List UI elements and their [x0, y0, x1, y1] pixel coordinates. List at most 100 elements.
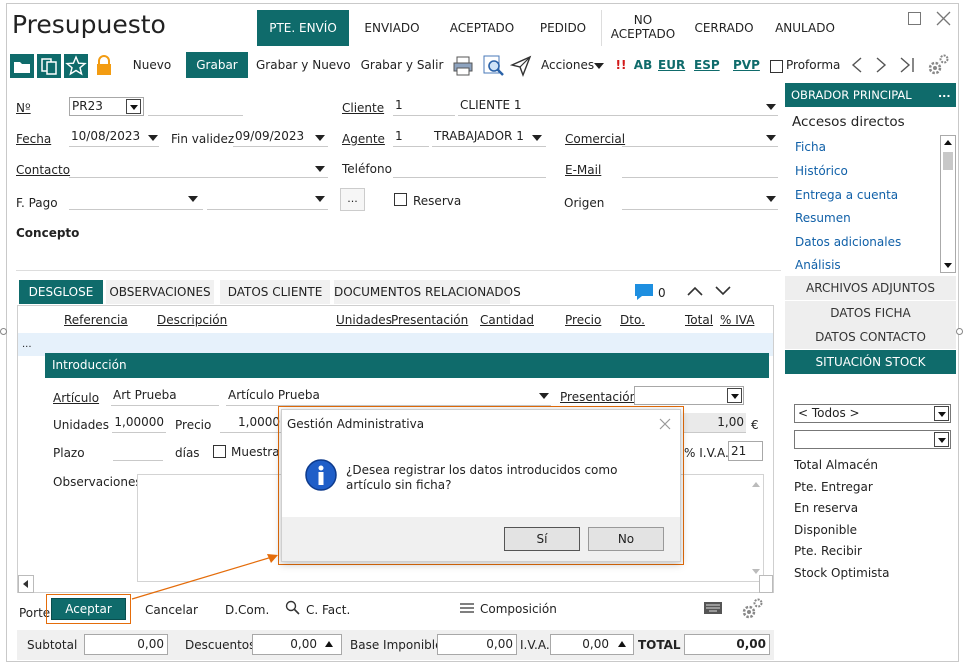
link-historico[interactable]: Histórico: [795, 164, 848, 178]
col-referencia[interactable]: Referencia: [64, 313, 128, 327]
cliente-code-field[interactable]: 1: [393, 96, 455, 116]
resize-handle-right[interactable]: [956, 328, 963, 335]
datos-contacto-section[interactable]: DATOS CONTACTO: [785, 325, 956, 349]
link-ficha[interactable]: Ficha: [795, 140, 826, 154]
maximize-icon[interactable]: [908, 12, 921, 25]
col-total[interactable]: Total: [685, 313, 713, 327]
almacen-dropdown-icon[interactable]: [934, 406, 949, 421]
status-tab-anulado[interactable]: ANULADO: [768, 10, 842, 46]
printer-icon[interactable]: [452, 55, 474, 77]
next-chevron-icon[interactable]: [874, 56, 888, 74]
status-tab-aceptado[interactable]: ACEPTADO: [444, 10, 520, 46]
tab-documentos-relacionados[interactable]: DOCUMENTOS RELACIONADOS: [334, 280, 521, 304]
last-record-icon[interactable]: [898, 56, 916, 74]
pvp-button[interactable]: PVP: [733, 52, 760, 78]
n-series-dropdown-icon[interactable]: [126, 99, 141, 114]
keyboard-icon[interactable]: [703, 600, 723, 616]
articulo-name-field[interactable]: Artículo Prueba: [226, 386, 551, 406]
chevron-down-icon[interactable]: [714, 285, 732, 297]
comercial-chevron-down-icon[interactable]: [766, 135, 776, 141]
fpago-secondary-chevron-down-icon[interactable]: [315, 196, 325, 202]
nuevo-button[interactable]: Nuevo: [128, 52, 176, 78]
fpago-dots-button[interactable]: ...: [340, 188, 365, 211]
col-precio[interactable]: Precio: [565, 313, 601, 327]
cliente-name-field[interactable]: CLIENTE 1: [458, 96, 778, 116]
fpago-secondary-field[interactable]: [207, 190, 328, 210]
chevron-up-icon[interactable]: [686, 285, 704, 297]
obrador-dots-button[interactable]: ...: [938, 87, 951, 100]
agente-code-field[interactable]: 1: [393, 127, 429, 147]
dialog-close-icon[interactable]: [659, 418, 671, 430]
articulo-label[interactable]: Artículo: [53, 390, 99, 406]
gear-icon[interactable]: [926, 53, 950, 77]
col-unidades[interactable]: Unidades: [336, 313, 392, 327]
reserva-checkbox[interactable]: [394, 193, 407, 206]
link-entrega-cuenta[interactable]: Entrega a cuenta: [795, 188, 898, 202]
cfact-button[interactable]: C. Fact.: [306, 602, 350, 618]
comercial-field[interactable]: [622, 127, 778, 147]
grabar-salir-button[interactable]: Grabar y Salir: [360, 52, 444, 78]
grabar-button[interactable]: Grabar: [186, 52, 248, 78]
fin-validez-chevron-down-icon[interactable]: [315, 135, 325, 141]
status-tab-pte-envio[interactable]: PTE. ENVÍO: [257, 10, 349, 46]
origen-field[interactable]: [622, 190, 778, 210]
status-tab-pedido[interactable]: PEDIDO: [530, 10, 596, 46]
col-iva[interactable]: % IVA: [720, 313, 754, 327]
proforma-checkbox[interactable]: [770, 60, 783, 73]
no-button[interactable]: No: [588, 527, 664, 551]
eur-button[interactable]: EUR: [658, 52, 685, 78]
presentacion-label[interactable]: Presentación: [560, 389, 637, 405]
contacto-field[interactable]: [69, 158, 328, 178]
composicion-button[interactable]: Composición: [480, 601, 557, 617]
email-field[interactable]: [622, 158, 778, 178]
fecha-chevron-down-icon[interactable]: [148, 135, 158, 141]
priority-button[interactable]: !!: [614, 52, 628, 78]
descuentos-up-icon[interactable]: [324, 640, 334, 648]
tab-datos-cliente[interactable]: DATOS CLIENTE: [220, 280, 330, 304]
plazo-field[interactable]: [113, 441, 163, 461]
agente-chevron-down-icon[interactable]: [532, 135, 542, 141]
email-label[interactable]: E-Mail: [565, 162, 601, 178]
folder-icon[interactable]: [10, 54, 34, 78]
origen-chevron-down-icon[interactable]: [766, 196, 776, 202]
send-icon[interactable]: [510, 55, 532, 77]
col-dto[interactable]: Dto.: [620, 313, 645, 327]
tab-observaciones[interactable]: OBSERVACIONES: [106, 280, 214, 304]
prev-chevron-icon[interactable]: [850, 56, 864, 74]
secondary-stock-dropdown-icon[interactable]: [934, 432, 949, 447]
iva-percent-field[interactable]: 21: [728, 441, 763, 461]
articulo-code-field[interactable]: Art Prueba: [111, 386, 219, 406]
acciones-chevron-down-icon[interactable]: [594, 63, 604, 69]
col-presentacion[interactable]: Presentación: [391, 313, 468, 327]
contacto-chevron-down-icon[interactable]: [315, 166, 325, 172]
link-datos-adicionales[interactable]: Datos adicionales: [795, 235, 901, 249]
presentacion-dropdown-icon[interactable]: [727, 388, 742, 403]
lock-icon[interactable]: [94, 54, 114, 76]
articulo-chevron-down-icon[interactable]: [539, 393, 549, 399]
precio-field[interactable]: 1,0000: [220, 413, 282, 433]
status-tab-no-aceptado[interactable]: NO ACEPTADO: [606, 13, 680, 45]
yes-button[interactable]: Sí: [504, 527, 580, 551]
muestra-checkbox[interactable]: [213, 445, 226, 458]
comercial-label[interactable]: Comercial: [565, 131, 625, 147]
link-analisis[interactable]: Análisis: [795, 258, 841, 272]
link-resumen[interactable]: Resumen: [795, 211, 851, 225]
fpago-chevron-down-icon[interactable]: [188, 196, 198, 202]
fpago-field[interactable]: [69, 190, 203, 210]
close-icon[interactable]: [936, 11, 951, 26]
archivos-adjuntos-section[interactable]: ARCHIVOS ADJUNTOS: [785, 276, 956, 300]
situacion-stock-section[interactable]: SITUACIÓN STOCK: [785, 350, 956, 374]
copy-icon[interactable]: [37, 54, 61, 78]
preview-search-icon[interactable]: [482, 54, 506, 78]
cliente-label[interactable]: Cliente: [342, 100, 384, 116]
iva-up-icon[interactable]: [617, 640, 627, 648]
agente-label[interactable]: Agente: [342, 131, 385, 147]
cliente-chevron-down-icon[interactable]: [766, 104, 776, 110]
grid-scroll-left[interactable]: [18, 575, 34, 593]
comment-icon[interactable]: [633, 282, 655, 302]
col-cantidad[interactable]: Cantidad: [480, 313, 534, 327]
fecha-field[interactable]: 10/08/2023: [69, 127, 159, 147]
n-number-field[interactable]: [148, 96, 243, 116]
star-icon[interactable]: [64, 54, 88, 78]
acciones-menu[interactable]: Acciones: [541, 52, 594, 78]
